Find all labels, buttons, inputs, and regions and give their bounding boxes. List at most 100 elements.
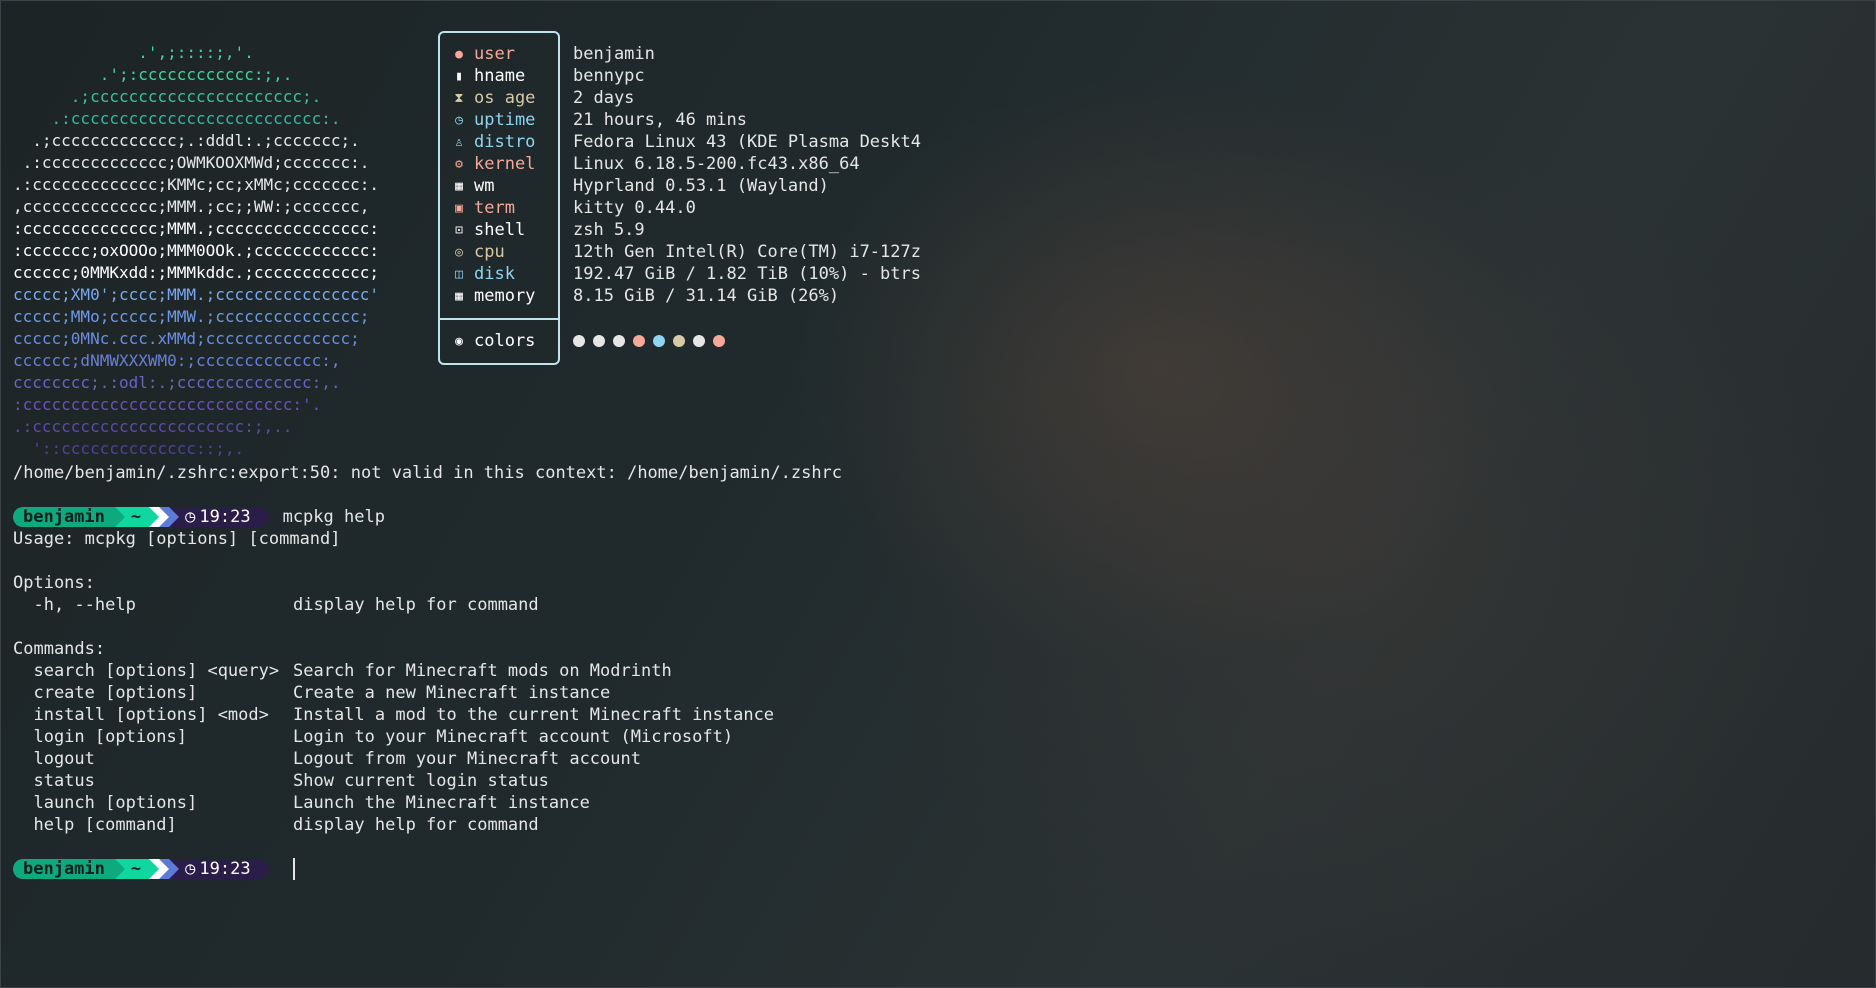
ascii-art-line: :cccccccccccccccccccccccccccc:'. (13, 395, 322, 414)
command-description: Install a mod to the current Minecraft i… (293, 705, 775, 725)
command-name: launch [options] (13, 793, 198, 813)
palette-dot (673, 335, 685, 347)
prompt-separator (149, 859, 160, 879)
ascii-art-line: ccccc;XM0';cccc;MMM.;cccccccccccccccc' (13, 285, 380, 304)
fetch-label: memory (474, 286, 536, 306)
fetch-label: os age (474, 88, 536, 108)
command-description: Search for Minecraft mods on Modrinth (293, 661, 672, 681)
fetch-value: 21 hours, 46 mins (573, 110, 747, 130)
terminal-cursor[interactable] (293, 858, 295, 880)
prompt-separator (169, 507, 180, 527)
prompt-separator (149, 507, 160, 527)
command-name: install [options] <mod> (13, 705, 269, 725)
prompt-separator (169, 859, 180, 879)
usage-line: Usage: mcpkg [options] [command] (13, 529, 341, 549)
memory-icon: ▦ (455, 288, 463, 304)
shell-prompt: benjamin ~ ◷ 19:23 mcpkg help (13, 506, 385, 528)
prompt-separator (114, 859, 125, 879)
ascii-art-line: .:ccccccccccccc;OWMKOOXMWd;ccccccc:. (13, 153, 370, 172)
cpu-icon: ◎ (455, 244, 463, 260)
ascii-art-line: .';:cccccccccccc:;,. (13, 65, 293, 84)
palette-dot (633, 335, 645, 347)
fetch-row-wm: ▦ wm (452, 175, 494, 197)
prompt-user: benjamin (13, 859, 115, 879)
prompt-time: ◷ 19:23 (179, 507, 261, 527)
clock-icon: ◷ (185, 507, 196, 527)
keyboard-icon: ▦ (455, 178, 463, 194)
prompt-separator (114, 507, 125, 527)
gear-icon: ⚙ (455, 156, 463, 172)
fetch-row-hname: ▮ hname (452, 65, 525, 87)
shell-prompt: benjamin ~ ◷ 19:23 (13, 858, 271, 880)
clock-icon: ◷ (455, 112, 463, 128)
palette-icon: ◉ (455, 333, 463, 349)
fetch-value: bennypc (573, 66, 645, 86)
palette-dot (693, 335, 705, 347)
fetch-label: shell (474, 220, 526, 240)
prompt-time-text: 19:23 (199, 859, 251, 879)
ascii-art-line: .;cccccccccccccccccccccc;. (13, 87, 322, 106)
fetch-value: zsh 5.9 (573, 220, 645, 240)
fetch-value: Fedora Linux 43 (KDE Plasma Deskt4 (573, 132, 921, 152)
hourglass-icon: ⧗ (454, 90, 464, 106)
prompt-dir: ~ (124, 507, 150, 527)
ascii-art-line: cccccccc;.:odl:.;cccccccccccccc:,. (13, 373, 341, 392)
entered-command: mcpkg help (282, 507, 385, 527)
prompt-end (260, 859, 271, 879)
terminal-red-icon: ▣ (455, 200, 463, 216)
ascii-art-line: .',;::::;,'. (13, 43, 254, 62)
linux-icon: ♙ (455, 134, 463, 150)
command-name: create [options] (13, 683, 198, 703)
fetch-row-shell: ⊡ shell (452, 219, 525, 241)
fetch-label: disk (474, 264, 515, 284)
zshrc-warning: /home/benjamin/.zshrc:export:50: not val… (13, 463, 843, 483)
ascii-art-line: ccccc;MMo;ccccc;MMW.;ccccccccccccccc; (13, 307, 370, 326)
command-name: status (13, 771, 95, 791)
fetch-row-os-age: ⧗ os age (452, 87, 535, 109)
fetch-row-uptime: ◷ uptime (452, 109, 535, 131)
fetch-label: hname (474, 66, 526, 86)
ascii-art-line: .;ccccccccccccc;.:dddl:.;ccccccc;. (13, 131, 360, 150)
command-description: Logout from your Minecraft account (293, 749, 641, 769)
fetch-value: 2 days (573, 88, 635, 108)
ascii-art-line: cccccc;0MMKxdd:;MMMkddc.;cccccccccccc; (13, 263, 380, 282)
ascii-art-line: cccccc;dNMWXXXWM0:;ccccccccccccc:, (13, 351, 341, 370)
options-header: Options: (13, 573, 95, 593)
command-description: Create a new Minecraft instance (293, 683, 611, 703)
fetch-value: benjamin (573, 44, 655, 64)
fetch-value: 12th Gen Intel(R) Core(TM) i7-127z (573, 242, 921, 262)
command-description: Login to your Minecraft account (Microso… (293, 727, 734, 747)
palette-dot (613, 335, 625, 347)
command-name: search [options] <query> (13, 661, 280, 681)
prompt-end (260, 507, 271, 527)
command-name: help [command] (13, 815, 177, 835)
palette-dot (653, 335, 665, 347)
shell-icon: ⊡ (455, 222, 463, 238)
command-description: display help for command (293, 815, 539, 835)
ascii-art-line: :ccccccc;oxOOOo;MMM0OOk.;cccccccccccc: (13, 241, 380, 260)
disk-icon: ◫ (455, 266, 463, 282)
fetch-row-term: ▣ term (452, 197, 515, 219)
computer-icon: ▮ (455, 68, 463, 84)
fetch-value: Hyprland 0.53.1 (Wayland) (573, 176, 829, 196)
user-icon: ● (455, 46, 463, 62)
command-name: login [options] (13, 727, 187, 747)
ascii-art-line: :cccccccccccccc;MMM.;cccccccccccccccc: (13, 219, 380, 238)
ascii-art-line: .:cccccccccccccccccccccccccc:. (13, 109, 341, 128)
fetch-value: Linux 6.18.5-200.fc43.x86_64 (573, 154, 860, 174)
palette-dot (713, 335, 725, 347)
commands-header: Commands: (13, 639, 106, 659)
fetch-row-memory: ▦ memory (452, 285, 535, 307)
fetch-row-user: ● user (452, 43, 515, 65)
fetch-box-divider (440, 318, 558, 320)
prompt-separator (159, 859, 170, 879)
fetch-label: wm (474, 176, 495, 196)
fetch-label: user (474, 44, 515, 64)
command-description: Launch the Minecraft instance (293, 793, 590, 813)
prompt-separator (159, 507, 170, 527)
palette-dot (593, 335, 605, 347)
command-description: Show current login status (293, 771, 549, 791)
fetch-label: term (474, 198, 515, 218)
prompt-time: ◷ 19:23 (179, 859, 261, 879)
option-desc: display help for command (293, 595, 539, 615)
